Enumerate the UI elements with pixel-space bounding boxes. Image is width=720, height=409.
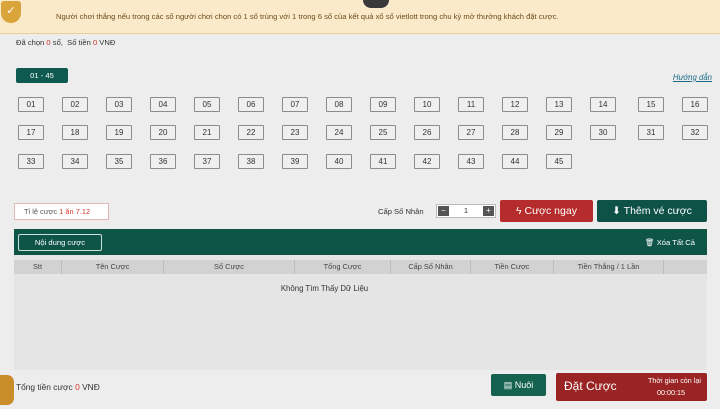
number-button-26[interactable]: 26 bbox=[414, 125, 440, 140]
total-bet-value: 0 bbox=[75, 382, 80, 392]
odds-ratio-value: 1 ăn 7.12 bbox=[59, 207, 91, 216]
col-stake: Tiền Cược bbox=[471, 260, 554, 274]
number-button-31[interactable]: 31 bbox=[638, 125, 664, 140]
number-button-24[interactable]: 24 bbox=[326, 125, 352, 140]
col-multiplier: Cấp Số Nhân bbox=[391, 260, 471, 274]
number-button-19[interactable]: 19 bbox=[106, 125, 132, 140]
col-win-per-time: Tiền Thắng / 1 Lần bbox=[554, 260, 664, 274]
odds-ratio-box: Tỉ lệ cược 1 ăn 7.12 bbox=[14, 203, 109, 220]
total-bet-label: Tổng tiền cược bbox=[16, 382, 73, 392]
number-button-43[interactable]: 43 bbox=[458, 154, 484, 169]
amount-value: 0 bbox=[92, 38, 98, 47]
selected-unit: số, bbox=[52, 38, 63, 47]
number-button-27[interactable]: 27 bbox=[458, 125, 484, 140]
number-button-04[interactable]: 04 bbox=[150, 97, 176, 112]
amount-label: Số tiền bbox=[67, 38, 91, 47]
number-button-03[interactable]: 03 bbox=[106, 97, 132, 112]
add-ticket-button[interactable]: ⬇ Thêm vé cược bbox=[597, 200, 707, 222]
total-bet-summary: Tổng tiền cược 0 VNĐ bbox=[16, 382, 100, 392]
number-button-42[interactable]: 42 bbox=[414, 154, 440, 169]
number-button-30[interactable]: 30 bbox=[590, 125, 616, 140]
clear-all-button[interactable]: 🗑 Xóa Tất Cả bbox=[645, 238, 695, 247]
number-button-07[interactable]: 07 bbox=[282, 97, 308, 112]
tab-range-01-45[interactable]: 01 - 45 bbox=[16, 68, 68, 83]
number-button-29[interactable]: 29 bbox=[546, 125, 572, 140]
number-button-11[interactable]: 11 bbox=[458, 97, 484, 112]
minus-button[interactable]: − bbox=[438, 206, 449, 216]
number-button-13[interactable]: 13 bbox=[546, 97, 572, 112]
rules-notice-text: Người chơi thắng nếu trong các số người … bbox=[56, 12, 559, 21]
multiplier-stepper[interactable]: − 1 + bbox=[436, 204, 496, 218]
amount-unit: VNĐ bbox=[99, 38, 116, 47]
number-button-05[interactable]: 05 bbox=[194, 97, 220, 112]
emblem-icon bbox=[0, 375, 14, 405]
number-button-44[interactable]: 44 bbox=[502, 154, 528, 169]
number-button-12[interactable]: 12 bbox=[502, 97, 528, 112]
number-button-40[interactable]: 40 bbox=[326, 154, 352, 169]
col-total: Tổng Cược bbox=[295, 260, 391, 274]
number-button-15[interactable]: 15 bbox=[638, 97, 664, 112]
number-button-10[interactable]: 10 bbox=[414, 97, 440, 112]
place-bet-button[interactable]: Đặt Cược Thời gian còn lại 00:00:15 bbox=[556, 373, 707, 401]
number-button-08[interactable]: 08 bbox=[326, 97, 352, 112]
number-button-23[interactable]: 23 bbox=[282, 125, 308, 140]
total-bet-unit: VNĐ bbox=[82, 382, 100, 392]
number-button-20[interactable]: 20 bbox=[150, 125, 176, 140]
number-button-22[interactable]: 22 bbox=[238, 125, 264, 140]
shield-emblem-icon bbox=[363, 0, 389, 8]
number-button-41[interactable]: 41 bbox=[370, 154, 396, 169]
number-button-06[interactable]: 06 bbox=[238, 97, 264, 112]
col-stt: Stt bbox=[14, 260, 62, 274]
number-button-01[interactable]: 01 bbox=[18, 97, 44, 112]
number-button-34[interactable]: 34 bbox=[62, 154, 88, 169]
number-button-38[interactable]: 38 bbox=[238, 154, 264, 169]
selection-summary: Đã chọn 0 số, Số tiền 0 VNĐ bbox=[16, 38, 115, 47]
number-button-25[interactable]: 25 bbox=[370, 125, 396, 140]
number-button-18[interactable]: 18 bbox=[62, 125, 88, 140]
number-button-02[interactable]: 02 bbox=[62, 97, 88, 112]
number-button-16[interactable]: 16 bbox=[682, 97, 708, 112]
selected-label: Đã chọn bbox=[16, 38, 45, 47]
guide-link[interactable]: Hướng dẫn bbox=[673, 73, 712, 82]
nuoi-button[interactable]: ▤ Nuôi bbox=[491, 374, 546, 396]
multiplier-input[interactable]: 1 bbox=[451, 205, 481, 217]
number-button-14[interactable]: 14 bbox=[590, 97, 616, 112]
number-button-33[interactable]: 33 bbox=[18, 154, 44, 169]
empty-table-message: Không Tìm Thấy Dữ Liệu bbox=[280, 284, 369, 293]
bet-now-button[interactable]: ϟ Cược ngay bbox=[500, 200, 593, 222]
number-button-36[interactable]: 36 bbox=[150, 154, 176, 169]
time-remaining-label: Thời gian còn lại bbox=[647, 376, 701, 385]
col-bet-numbers: Số Cược bbox=[164, 260, 295, 274]
check-badge-icon: ✓ bbox=[1, 1, 21, 23]
number-button-45[interactable]: 45 bbox=[546, 154, 572, 169]
bet-list-panel: Nội dung cược 🗑 Xóa Tất Cả Stt Tên Cược … bbox=[14, 229, 707, 370]
number-button-37[interactable]: 37 bbox=[194, 154, 220, 169]
plus-button[interactable]: + bbox=[483, 206, 494, 216]
selected-count: 0 bbox=[46, 38, 51, 47]
col-bet-name: Tên Cược bbox=[62, 260, 164, 274]
bet-panel-header: Nội dung cược 🗑 Xóa Tất Cả bbox=[14, 229, 707, 255]
countdown-timer: 00:00:15 bbox=[657, 388, 685, 397]
table-header-row: Stt Tên Cược Số Cược Tổng Cược Cấp Số Nh… bbox=[14, 260, 707, 274]
number-button-09[interactable]: 09 bbox=[370, 97, 396, 112]
number-button-17[interactable]: 17 bbox=[18, 125, 44, 140]
rules-notice-bar: ✓ Người chơi thắng nếu trong các số ngườ… bbox=[0, 0, 720, 34]
number-button-39[interactable]: 39 bbox=[282, 154, 308, 169]
number-button-21[interactable]: 21 bbox=[194, 125, 220, 140]
number-button-28[interactable]: 28 bbox=[502, 125, 528, 140]
place-bet-label: Đặt Cược bbox=[564, 379, 617, 393]
number-button-32[interactable]: 32 bbox=[682, 125, 708, 140]
tab-bet-content[interactable]: Nội dung cược bbox=[18, 234, 102, 251]
odds-ratio-label: Tỉ lệ cược bbox=[24, 207, 58, 216]
multiplier-label: Cấp Số Nhân bbox=[378, 207, 424, 216]
number-button-35[interactable]: 35 bbox=[106, 154, 132, 169]
